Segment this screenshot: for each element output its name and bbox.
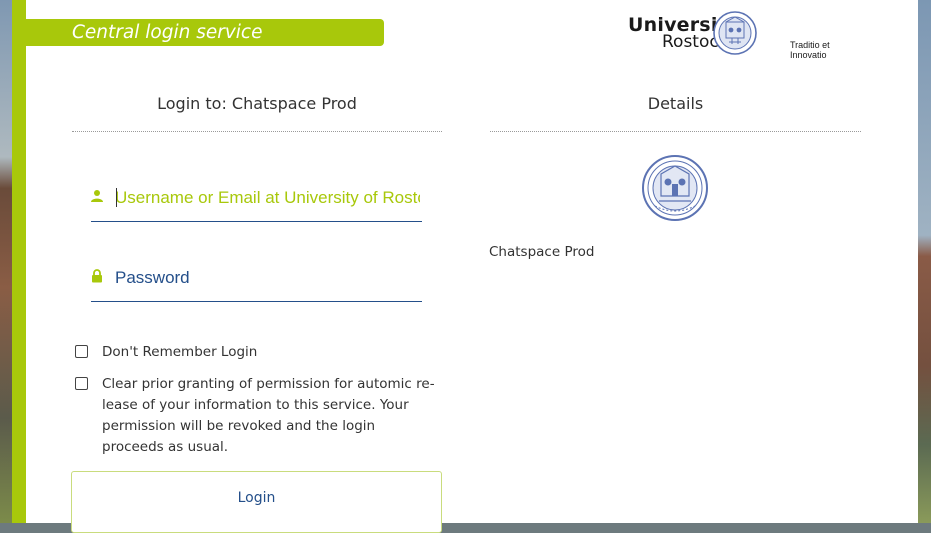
details-divider	[490, 131, 861, 132]
username-input[interactable]	[115, 183, 420, 213]
login-heading: Login to: Chatspace Prod	[157, 94, 357, 113]
background-photo-left	[0, 0, 12, 523]
details-heading: Details	[647, 94, 704, 113]
password-field	[91, 261, 422, 302]
service-title: Central login service	[72, 22, 263, 43]
logo-motto: Traditio et Innovatio	[790, 40, 830, 60]
dont-remember-label[interactable]: Don't Remember Login	[102, 342, 440, 363]
service-logo-seal-icon	[642, 155, 708, 221]
university-seal-icon	[713, 11, 757, 55]
clear-permission-label[interactable]: Clear prior granting of permission for a…	[102, 374, 440, 458]
password-input[interactable]	[115, 263, 420, 293]
clear-permission-checkbox[interactable]	[75, 377, 88, 390]
header-banner: Central login service	[12, 19, 384, 46]
clear-permission-option: Clear prior granting of permission for a…	[75, 374, 442, 460]
login-button[interactable]: Login	[71, 471, 442, 533]
dont-remember-option: Don't Remember Login	[75, 342, 442, 364]
user-icon	[91, 190, 103, 202]
username-field	[91, 181, 422, 222]
university-logo: Universität Rostock Traditio et Innovati…	[628, 10, 868, 60]
lock-icon	[92, 269, 102, 283]
background-photo-right	[918, 0, 931, 523]
text-cursor	[116, 188, 117, 207]
login-divider	[72, 131, 442, 132]
accent-bar	[12, 0, 26, 523]
service-name: Chatspace Prod	[489, 244, 595, 260]
dont-remember-checkbox[interactable]	[75, 345, 88, 358]
